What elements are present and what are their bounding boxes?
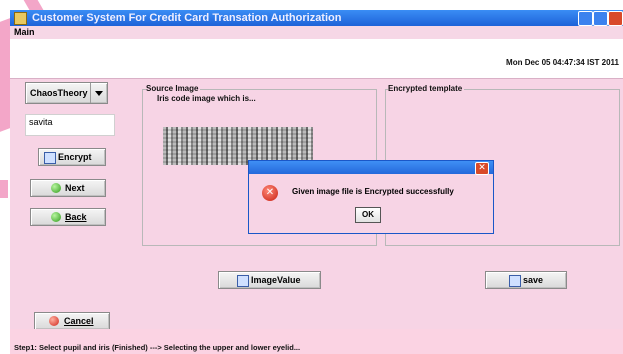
status-bar: Step1: Select pupil and iris (Finished) … — [10, 329, 623, 354]
error-icon: ✕ — [262, 185, 278, 201]
next-button-label: Next — [65, 183, 85, 193]
encrypt-button[interactable]: Encrypt — [38, 148, 106, 166]
green-dot-icon — [51, 183, 61, 193]
cancel-button[interactable]: Cancel — [34, 312, 110, 330]
minimize-icon[interactable] — [578, 11, 593, 26]
name-field-value: savita — [29, 117, 53, 127]
next-button[interactable]: Next — [30, 179, 106, 197]
window-title-bar[interactable]: Customer System For Credit Card Transati… — [10, 10, 623, 26]
maximize-icon[interactable] — [593, 11, 608, 26]
chevron-down-icon[interactable] — [90, 83, 107, 103]
decor-shape — [0, 180, 8, 198]
back-button[interactable]: Back — [30, 208, 106, 226]
cancel-button-label: Cancel — [64, 316, 94, 326]
menu-main[interactable]: Main — [14, 27, 35, 37]
encrypt-button-label: Encrypt — [58, 152, 92, 162]
red-dot-icon — [49, 316, 59, 326]
save-button[interactable]: save — [485, 271, 567, 289]
menu-bar: Main — [10, 26, 623, 39]
datetime-label: Mon Dec 05 04:47:34 IST 2011 — [506, 58, 619, 67]
ok-button[interactable]: OK — [355, 207, 381, 223]
imagevalue-button-label: ImageValue — [251, 275, 301, 285]
save-button-label: save — [523, 275, 544, 285]
algorithm-select[interactable]: ChaosTheory — [25, 82, 108, 104]
name-field[interactable]: savita — [25, 114, 115, 136]
imagevalue-button[interactable]: ImageValue — [218, 271, 321, 289]
window-title: Customer System For Credit Card Transati… — [32, 12, 342, 24]
disk-icon — [44, 152, 56, 164]
encrypted-template-title: Encrypted template — [388, 84, 465, 93]
close-icon[interactable]: ✕ — [475, 162, 489, 175]
dialog-title-bar[interactable] — [249, 161, 493, 174]
disk-icon — [509, 275, 521, 287]
decor-shape — [0, 18, 10, 132]
dialog-message: Given image file is Encrypted successful… — [292, 187, 454, 196]
source-image-caption: Iris code image which is... — [157, 94, 258, 103]
algorithm-select-value: ChaosTheory — [30, 88, 88, 98]
message-dialog: ✕ ✕ Given image file is Encrypted succes… — [248, 160, 494, 234]
source-image-title: Source Image — [146, 84, 201, 93]
disk-icon — [237, 275, 249, 287]
back-button-label: Back — [65, 212, 87, 222]
app-icon — [14, 12, 27, 25]
green-dot-icon — [51, 212, 61, 222]
status-text: Step1: Select pupil and iris (Finished) … — [14, 343, 301, 352]
close-icon[interactable] — [608, 11, 623, 26]
